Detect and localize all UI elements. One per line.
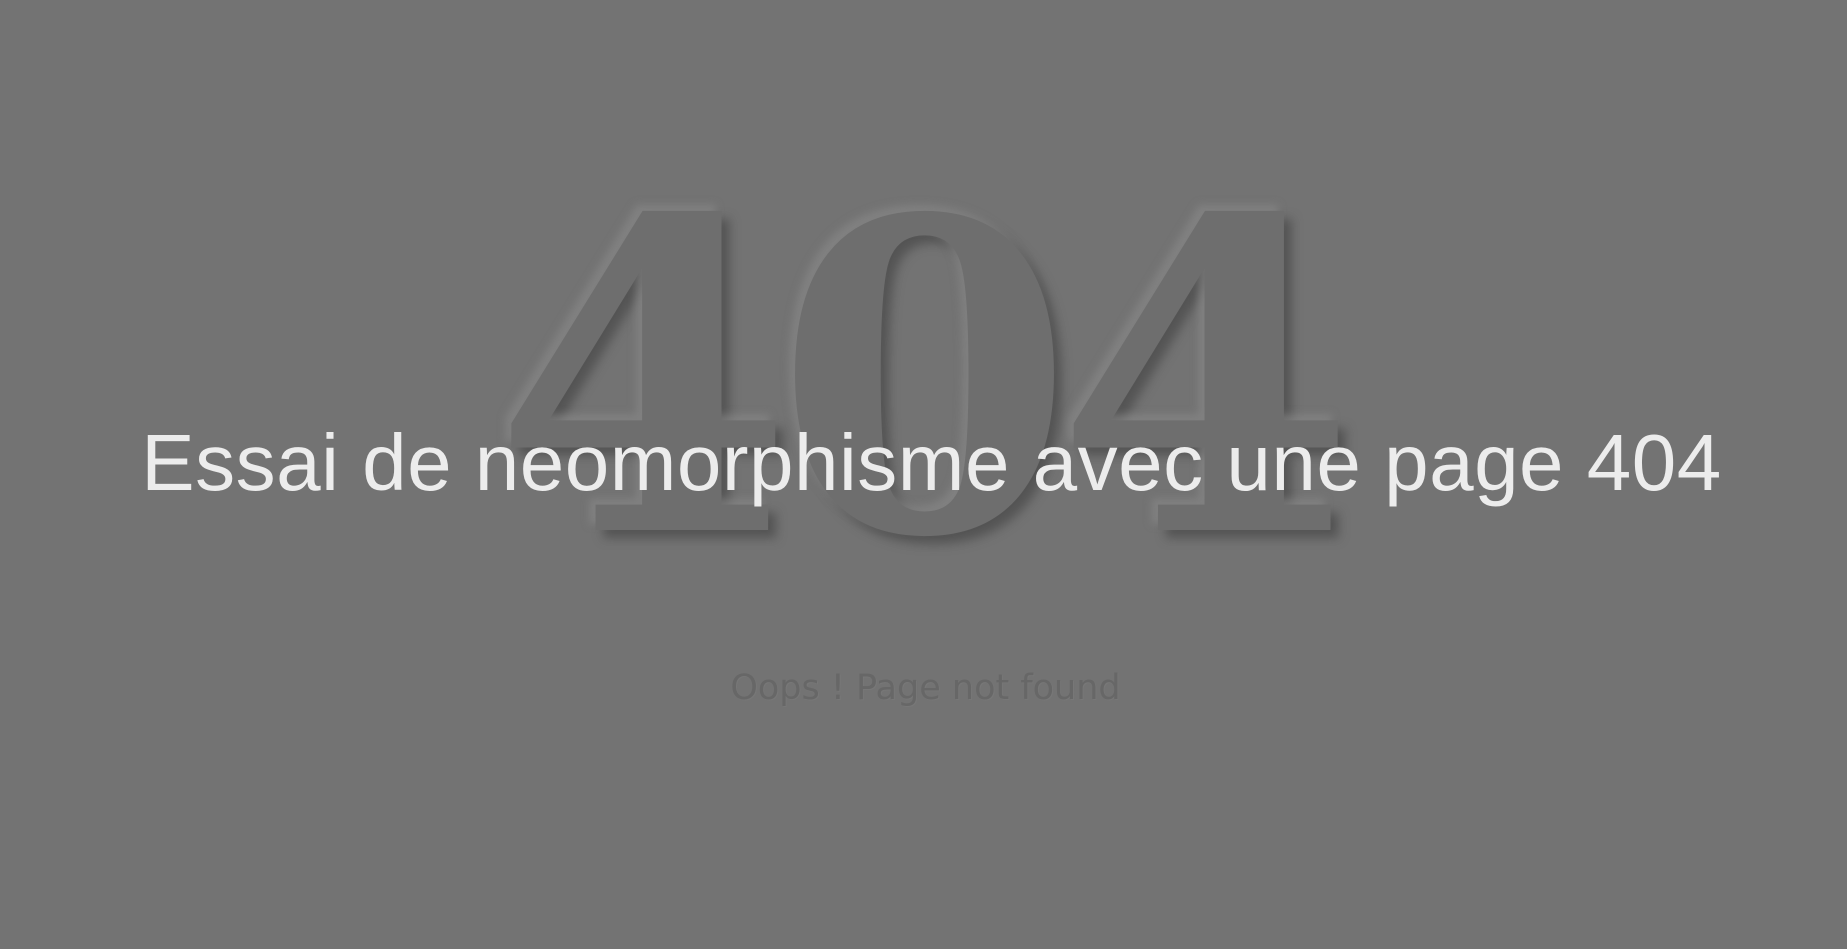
error-page: 404 Essai de neomorphisme avec une page …	[0, 0, 1847, 949]
not-found-message: Oops ! Page not found	[730, 668, 1121, 708]
error-code-404: 404	[493, 127, 1356, 632]
page-title: Essai de neomorphisme avec une page 404	[141, 418, 1722, 507]
